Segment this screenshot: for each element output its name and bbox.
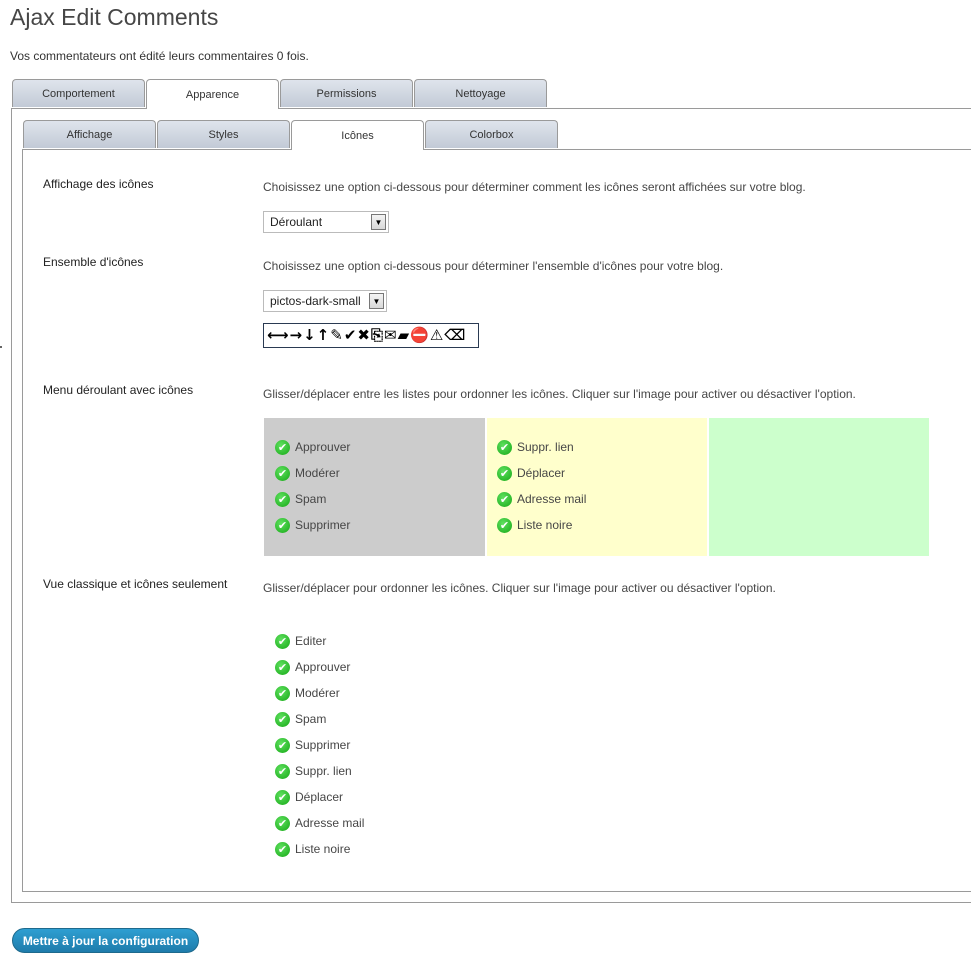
edge-marker xyxy=(0,346,2,348)
pencil-icon: ✎ xyxy=(330,326,343,344)
list-item[interactable]: ✔ Suppr. lien xyxy=(497,439,574,455)
list-item[interactable]: ✔ Liste noire xyxy=(497,517,572,533)
tab-apparence[interactable]: Apparence xyxy=(146,79,279,109)
check-circle-icon[interactable]: ✔ xyxy=(497,439,512,455)
arrow-down-icon: ↓ xyxy=(303,326,316,344)
check-circle-icon[interactable]: ✔ xyxy=(275,633,290,649)
arrow-up-icon: ↑ xyxy=(316,326,330,344)
check-circle-icon[interactable]: ✔ xyxy=(275,685,290,701)
check-circle-icon[interactable]: ✔ xyxy=(497,517,512,533)
list-item[interactable]: ✔ Spam xyxy=(275,491,326,507)
list-item[interactable]: ✔ Adresse mail xyxy=(275,815,364,831)
page-subtitle: Vos commentateurs ont édité leurs commen… xyxy=(10,49,309,63)
classic-view-label: Vue classique et icônes seulement xyxy=(43,577,228,591)
page-title: Ajax Edit Comments xyxy=(10,4,219,30)
icon-display-selected-value: Déroulant xyxy=(270,215,323,229)
icon-set-description: Choisissez une option ci-dessous pour dé… xyxy=(263,259,724,273)
check-circle-icon[interactable]: ✔ xyxy=(275,841,290,857)
list-item[interactable]: ✔ Suppr. lien xyxy=(275,763,352,779)
list-item[interactable]: ✔ Approuver xyxy=(275,439,350,455)
tab-icones[interactable]: Icônes xyxy=(291,120,424,150)
list-item[interactable]: ✔ Editer xyxy=(275,633,326,649)
check-circle-icon[interactable]: ✔ xyxy=(275,763,290,779)
check-circle-icon[interactable]: ✔ xyxy=(275,737,290,753)
check-circle-icon[interactable]: ✔ xyxy=(275,815,290,831)
icon-display-label: Affichage des icônes xyxy=(43,177,154,191)
list-item[interactable]: ✔ Modérer xyxy=(275,685,340,701)
delete-icon: ⌫ xyxy=(444,326,466,344)
tab-comportement[interactable]: Comportement xyxy=(12,79,145,107)
tab-nettoyage[interactable]: Nettoyage xyxy=(414,79,547,107)
list-item[interactable]: ✔ Modérer xyxy=(275,465,340,481)
list-item[interactable]: ✔ Liste noire xyxy=(275,841,350,857)
check-circle-icon[interactable]: ✔ xyxy=(275,659,290,675)
list-item[interactable]: ✔ Déplacer xyxy=(275,789,343,805)
sortable-list-yellow[interactable]: ✔ Suppr. lien ✔ Déplacer ✔ Adresse mail … xyxy=(487,418,707,556)
dropdown-menu-description: Glisser/déplacer entre les listes pour o… xyxy=(263,387,856,401)
icon-set-selected-value: pictos-dark-small xyxy=(270,294,361,308)
list-item[interactable]: ✔ Spam xyxy=(275,711,326,727)
arrow-right-icon: → xyxy=(289,326,303,344)
check-circle-icon[interactable]: ✔ xyxy=(275,439,290,455)
list-item[interactable]: ✔ Déplacer xyxy=(497,465,565,481)
unlink-icon: ⎘ xyxy=(370,326,383,344)
check-icon: ✔ xyxy=(343,326,357,344)
check-circle-icon[interactable]: ✔ xyxy=(275,789,290,805)
list-item[interactable]: ✔ Adresse mail xyxy=(497,491,586,507)
check-circle-icon[interactable]: ✔ xyxy=(275,517,290,533)
check-circle-icon[interactable]: ✔ xyxy=(275,465,290,481)
icon-display-description: Choisissez une option ci-dessous pour dé… xyxy=(263,180,806,194)
chevron-down-icon[interactable]: ▼ xyxy=(371,214,386,230)
classic-view-description: Glisser/déplacer pour ordonner les icône… xyxy=(263,581,776,595)
update-config-button[interactable]: Mettre à jour la configuration xyxy=(12,928,199,953)
icon-set-select[interactable]: pictos-dark-small ▼ xyxy=(263,290,387,312)
sortable-list-gray[interactable]: ✔ Approuver ✔ Modérer ✔ Spam ✔ Supprimer xyxy=(264,418,485,556)
tab-colorbox[interactable]: Colorbox xyxy=(425,120,558,148)
folder-icon: ▰ xyxy=(397,326,410,344)
check-circle-icon[interactable]: ✔ xyxy=(275,491,290,507)
double-arrow-icon: ⟷ xyxy=(267,326,289,344)
tab-permissions[interactable]: Permissions xyxy=(280,79,413,107)
sortable-list-green[interactable] xyxy=(709,418,929,556)
check-circle-icon[interactable]: ✔ xyxy=(275,711,290,727)
cross-icon: ✖ xyxy=(357,326,370,344)
tab-styles[interactable]: Styles xyxy=(157,120,290,148)
dropdown-menu-label: Menu déroulant avec icônes xyxy=(43,383,194,397)
warning-icon: ⚠ xyxy=(429,326,444,344)
check-circle-icon[interactable]: ✔ xyxy=(497,491,512,507)
check-circle-icon[interactable]: ✔ xyxy=(497,465,512,481)
icon-set-preview: ⟷ → ↓ ↑ ✎ ✔ ✖ ⎘ ✉ ▰ ⛔ ⚠ ⌫ xyxy=(263,323,479,348)
list-item[interactable]: ✔ Approuver xyxy=(275,659,350,675)
mail-icon: ✉ xyxy=(384,326,397,344)
tab-affichage[interactable]: Affichage xyxy=(23,120,156,148)
list-item[interactable]: ✔ Supprimer xyxy=(275,737,350,753)
icon-set-label: Ensemble d'icônes xyxy=(43,255,144,269)
block-icon: ⛔ xyxy=(410,326,429,344)
chevron-down-icon[interactable]: ▼ xyxy=(369,293,384,309)
icon-display-select[interactable]: Déroulant ▼ xyxy=(263,211,389,233)
list-item[interactable]: ✔ Supprimer xyxy=(275,517,350,533)
